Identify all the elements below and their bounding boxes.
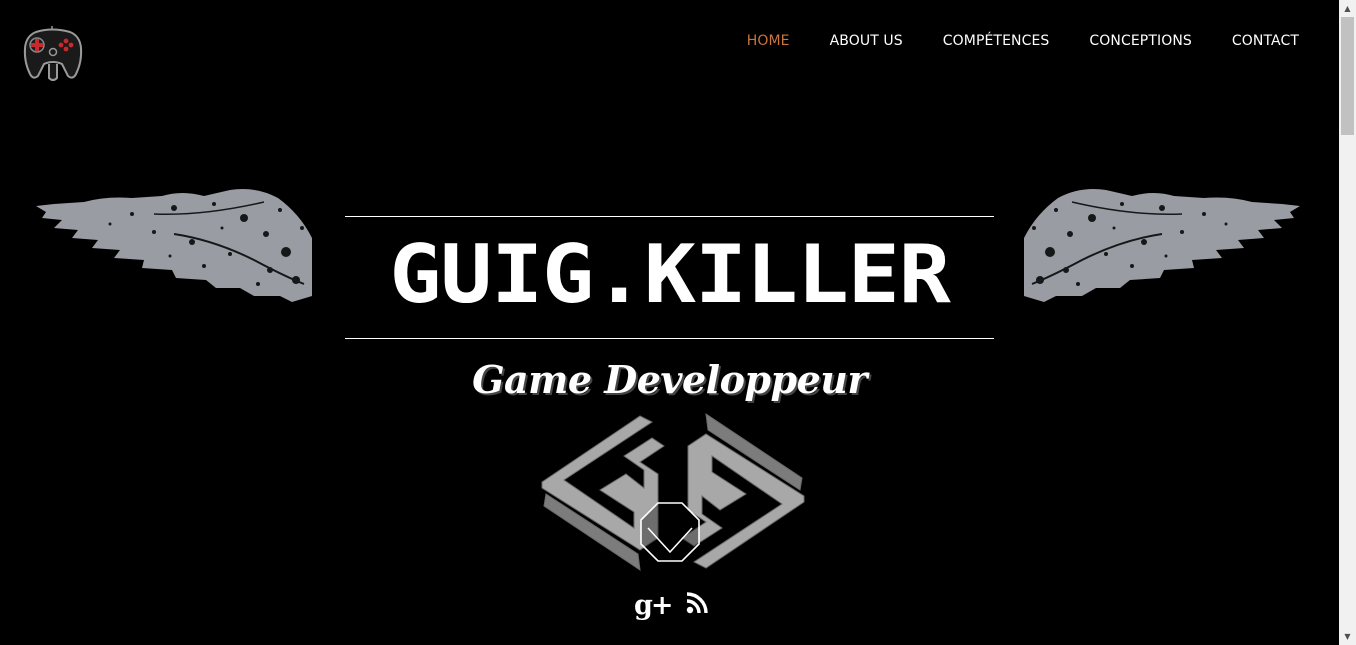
main-nav: HOME ABOUT US COMPÉTENCES CONCEPTIONS CO… — [727, 30, 1299, 52]
scrollbar-thumb[interactable] — [1341, 17, 1354, 135]
nav-item-about-us[interactable]: ABOUT US — [810, 30, 923, 52]
google-plus-icon[interactable]: g+ — [634, 590, 673, 621]
nav-item-contact[interactable]: CONTACT — [1212, 30, 1299, 52]
right-wing-image — [1024, 189, 1300, 302]
social-links: g+ — [634, 590, 710, 621]
page-scrollbar[interactable]: ▲ ▼ — [1339, 0, 1356, 645]
rss-icon[interactable] — [684, 590, 710, 621]
scroll-down-button[interactable] — [640, 502, 700, 562]
title-rule-bottom — [345, 338, 994, 339]
scroll-down-arrow-icon[interactable]: ▼ — [1339, 628, 1356, 645]
nav-item-conceptions[interactable]: CONCEPTIONS — [1069, 30, 1212, 52]
scroll-up-arrow-icon[interactable]: ▲ — [1339, 0, 1356, 17]
title-rule-top — [345, 216, 994, 217]
nav-item-home[interactable]: HOME — [727, 30, 810, 52]
page: HOME ABOUT US COMPÉTENCES CONCEPTIONS CO… — [0, 0, 1339, 645]
hero-subtitle: Game Developpeur — [472, 357, 867, 402]
hero-title: GUIG.KILLER — [389, 228, 950, 321]
gamepad-icon[interactable] — [22, 24, 84, 82]
left-wing-image — [36, 189, 312, 302]
nav-item-competences[interactable]: COMPÉTENCES — [923, 30, 1070, 52]
